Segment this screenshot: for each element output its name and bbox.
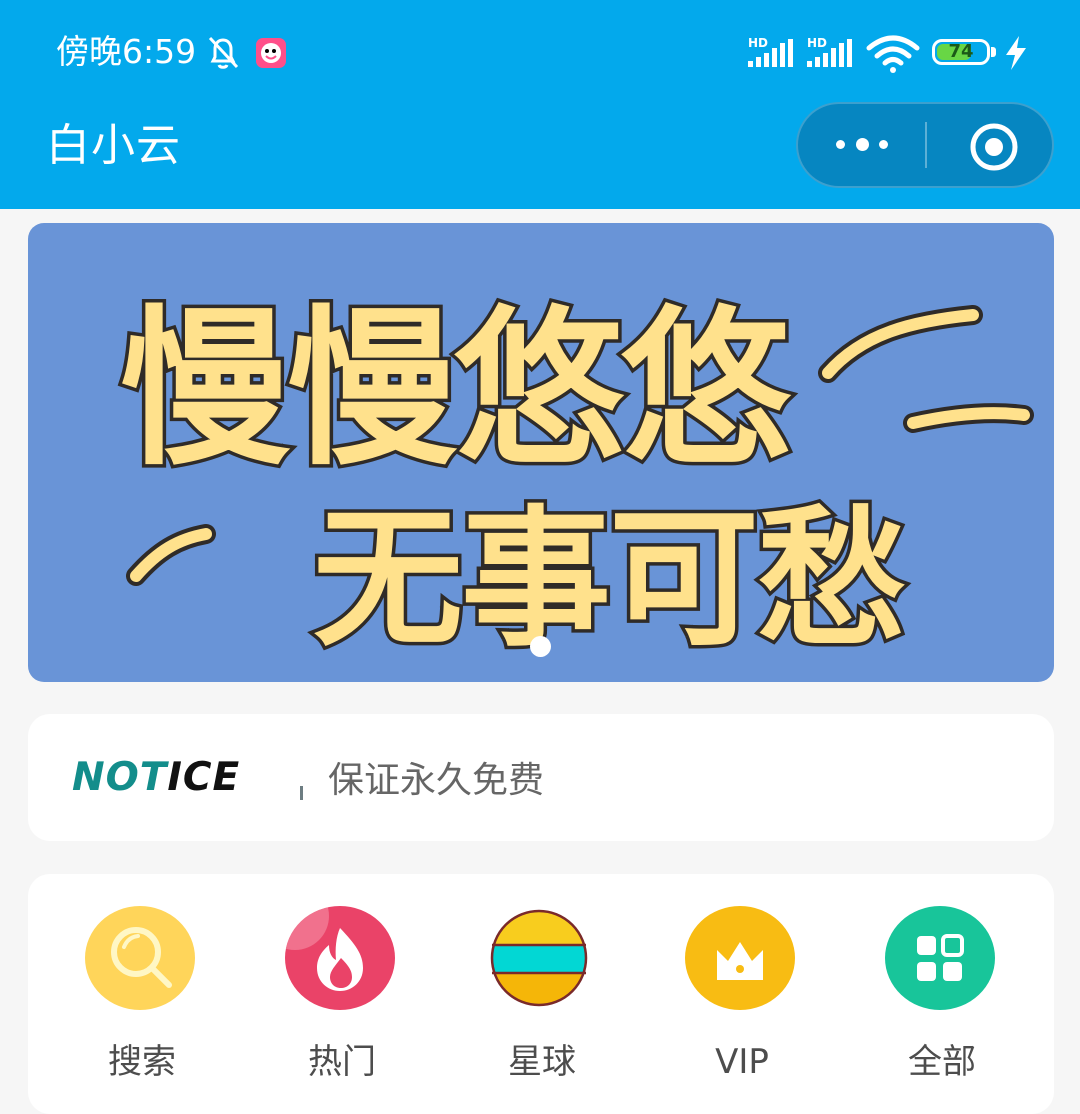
menu-item-vip[interactable]: VIP xyxy=(652,906,832,1096)
svg-text:HD: HD xyxy=(748,36,768,50)
top-bar: 傍晚6:59 HD HD 74 白小云 xyxy=(0,0,1080,209)
menu-item-search[interactable]: 搜索 xyxy=(52,906,232,1096)
miniapp-capsule xyxy=(796,102,1054,188)
more-dot-icon xyxy=(856,138,869,151)
menu-item-hot[interactable]: 热门 xyxy=(252,906,432,1096)
svg-text:慢慢悠悠: 慢慢悠悠 xyxy=(120,291,792,489)
search-icon xyxy=(85,906,195,1010)
mute-bell-icon xyxy=(208,36,239,69)
close-miniapp-button[interactable] xyxy=(927,104,1052,186)
menu-label: 热门 xyxy=(308,1042,376,1082)
target-circle-icon xyxy=(970,123,1018,171)
fire-icon xyxy=(285,906,395,1010)
quick-menu: 搜索 热门 星球 VIP 全部 xyxy=(28,874,1054,1114)
more-dot-icon xyxy=(836,140,845,149)
crown-icon xyxy=(685,906,795,1010)
signal-icon: HD xyxy=(748,36,793,67)
app-title: 白小云 xyxy=(46,120,181,171)
menu-label: 星球 xyxy=(508,1042,576,1082)
more-dot-icon xyxy=(879,140,888,149)
notice-bar[interactable]: NOTICE 保证永久免费 xyxy=(28,714,1054,841)
menu-item-planet[interactable]: 星球 xyxy=(452,906,632,1096)
carousel-indicator-active[interactable] xyxy=(530,636,551,657)
face-icon xyxy=(261,43,281,63)
menu-label: VIP xyxy=(715,1042,769,1082)
svg-text:无事可愁: 无事可愁 xyxy=(313,493,905,667)
notice-logo-part: ICE xyxy=(167,755,241,800)
battery-percent: 74 xyxy=(948,41,974,62)
menu-item-all[interactable]: 全部 xyxy=(852,906,1032,1096)
notice-divider xyxy=(300,786,303,800)
banner-carousel[interactable]: 慢慢悠悠 无事可愁 xyxy=(28,223,1054,682)
planet-icon xyxy=(487,909,591,1007)
notice-text: 保证永久免费 xyxy=(328,760,545,801)
wifi-icon xyxy=(866,35,920,73)
more-button[interactable] xyxy=(798,104,925,186)
charging-bolt-icon xyxy=(1006,36,1026,70)
menu-label: 搜索 xyxy=(108,1042,176,1082)
battery-indicator: 74 xyxy=(932,39,990,65)
svg-text:HD: HD xyxy=(807,36,827,50)
notice-logo: NOTICE xyxy=(72,756,240,800)
status-time: 傍晚6:59 xyxy=(56,32,197,71)
signal-icon: HD xyxy=(807,36,852,67)
grid-icon xyxy=(885,906,995,1010)
banner-lettering-art: 慢慢悠悠 无事可愁 xyxy=(117,288,1034,671)
menu-label: 全部 xyxy=(908,1042,976,1082)
battery-cap xyxy=(991,47,996,57)
notification-app-icon xyxy=(256,38,286,68)
notice-logo-part: NOT xyxy=(72,755,168,800)
